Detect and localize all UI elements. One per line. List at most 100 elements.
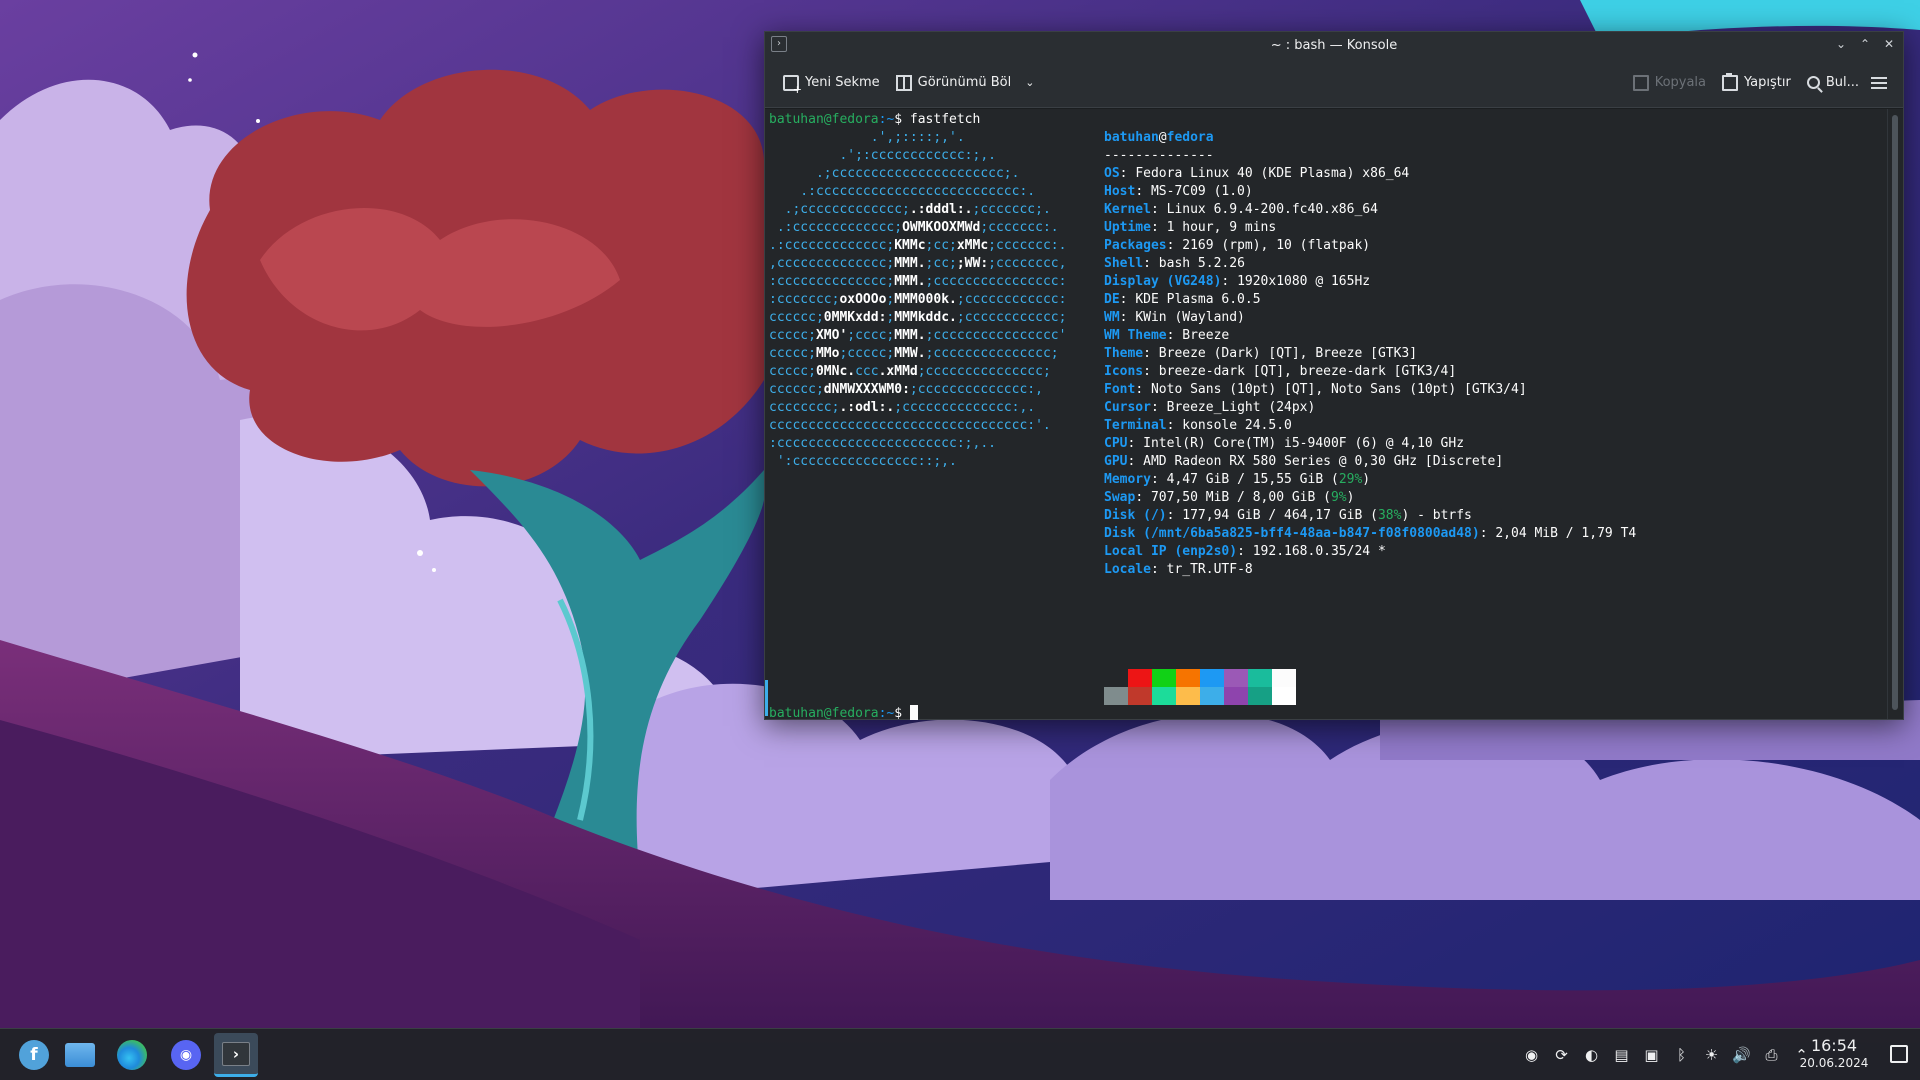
terminal-icon: › [771, 36, 787, 52]
info-key: Font [1104, 382, 1136, 397]
info-percent: 38% [1377, 508, 1402, 523]
info-tail: ) [1362, 472, 1371, 487]
logo-segment: OWMKOOXMWd [902, 220, 981, 235]
palette-swatch [1248, 687, 1272, 705]
palette-row-top [1104, 669, 1296, 687]
logo-segment: .xMMd [878, 364, 918, 379]
info-key: Memory [1104, 472, 1151, 487]
konsole-window[interactable]: › ~ : bash — Konsole ⌄ ⌃ ✕ Yeni Sekme Gö… [764, 31, 1904, 721]
printer-tray-icon[interactable]: ⎙ [1761, 1045, 1782, 1066]
taskbar-app-button[interactable] [58, 1033, 102, 1077]
info-key: Icons [1104, 364, 1144, 379]
taskbar-app-button[interactable] [110, 1033, 154, 1077]
logo-segment: ;cccccccccccccccc: [925, 274, 1067, 289]
taskbar-app-button[interactable]: ◉ [164, 1033, 208, 1077]
new-tab-button[interactable]: Yeni Sekme [775, 67, 888, 99]
logo-segment: 0MNc. [815, 364, 856, 379]
split-view-button[interactable]: Görünümü Böl ⌄ [888, 67, 1043, 99]
info-row: Disk (/mnt/6ba5a825-bff4-48aa-b847-f08f0… [1104, 526, 1637, 541]
info-value: 2169 (rpm), 10 (flatpak) [1182, 238, 1371, 253]
paste-label: Yapıştır [1744, 75, 1791, 90]
split-view-icon [895, 74, 912, 91]
brightness-tray-icon[interactable]: ☀ [1701, 1045, 1722, 1066]
info-row: Icons: breeze-dark [QT], breeze-dark [GT… [1104, 364, 1457, 379]
palette-swatch [1224, 669, 1248, 687]
maximize-button[interactable]: ⌃ [1857, 35, 1873, 53]
info-value: breeze-dark [QT], breeze-dark [GTK3/4] [1158, 364, 1457, 379]
palette-swatch [1152, 669, 1176, 687]
logo-segment: .:ccccccccccccc; [769, 220, 903, 235]
logo-segment: MMo [815, 346, 840, 361]
info-value: bash 5.2.26 [1158, 256, 1245, 271]
logo-line: ':cccccccccccccccc::;,. [769, 453, 1066, 471]
copy-label: Kopyala [1654, 75, 1707, 90]
copy-button[interactable]: Kopyala [1625, 67, 1714, 99]
logo-line: .:ccccccccccccc;KMMc;cc;xMMc;ccccccc:. [769, 237, 1066, 255]
taskbar-app-button[interactable]: › [214, 1033, 258, 1077]
clipboard-tray-icon[interactable]: ▤ [1611, 1045, 1632, 1066]
volume-tray-icon[interactable]: 🔊 [1731, 1045, 1752, 1066]
info-rule: -------------- [1104, 148, 1214, 163]
terminal-scrollbar[interactable] [1887, 109, 1903, 719]
bluetooth-tray-icon[interactable]: ᛒ [1671, 1045, 1692, 1066]
info-value: Breeze [1182, 328, 1230, 343]
taskbar-app-button[interactable]: f [12, 1033, 56, 1077]
chevron-down-icon[interactable]: ⌄ [1025, 76, 1034, 89]
scrollbar-thumb[interactable] [1892, 115, 1898, 710]
logo-segment: ;ccccccccccccccc; [917, 364, 1051, 379]
close-button[interactable]: ✕ [1881, 35, 1897, 53]
info-row: Terminal: konsole 24.5.0 [1104, 418, 1292, 433]
logo-line: .;cccccccccccccccccccccc;. [769, 165, 1066, 183]
info-at: @ [1158, 130, 1167, 145]
network-tray-icon[interactable]: ▣ [1641, 1045, 1662, 1066]
steam-tray-icon[interactable]: ◐ [1581, 1045, 1602, 1066]
logo-segment: ;ccccccc:. [988, 238, 1067, 253]
info-key: Swap [1104, 490, 1136, 505]
info-value: KDE Plasma 6.0.5 [1135, 292, 1261, 307]
discord-tray-icon[interactable]: ◉ [1521, 1045, 1542, 1066]
updates-tray-icon[interactable]: ⟳ [1551, 1045, 1572, 1066]
palette-swatch [1176, 687, 1200, 705]
info-key: Display (VG248) [1104, 274, 1222, 289]
info-percent: 9% [1330, 490, 1347, 505]
logo-segment: dNMWXXXWM0: [823, 382, 910, 397]
logo-segment: ;cccccccc, [988, 256, 1067, 271]
window-titlebar[interactable]: › ~ : bash — Konsole ⌄ ⌃ ✕ [765, 32, 1903, 58]
logo-segment: .';:cccccccccccc:;,. [769, 148, 996, 163]
info-key: DE [1104, 292, 1120, 307]
minimize-button[interactable]: ⌄ [1833, 35, 1849, 53]
logo-segment: ;ccccccc;. [972, 202, 1051, 217]
logo-segment: KMMc [894, 238, 926, 253]
command-line: batuhan@fedora:~$ fastfetch [769, 111, 1885, 129]
logo-line: .';:cccccccccccc:;,. [769, 147, 1066, 165]
info-key: Disk (/) [1104, 508, 1167, 523]
find-button[interactable]: Bul... [1799, 67, 1867, 99]
info-row: Shell: bash 5.2.26 [1104, 256, 1245, 271]
paste-button[interactable]: Yapıştır [1714, 67, 1799, 99]
konsole-icon: › [222, 1041, 250, 1066]
logo-segment: .:dddl:. [909, 202, 973, 217]
find-label: Bul... [1825, 75, 1859, 90]
clock-date: 20.06.2024 [1799, 1056, 1869, 1070]
info-value: Noto Sans (10pt) [QT], Noto Sans (10pt) … [1150, 382, 1527, 397]
logo-segment: .:cccccccccccccccccccccccccc:. [769, 184, 1036, 199]
current-prompt-line[interactable]: batuhan@fedora:~$ [769, 705, 918, 723]
hamburger-menu-icon[interactable] [1871, 76, 1887, 89]
logo-segment: :ccccccc; [769, 292, 840, 307]
logo-segment: cccccccc; [769, 400, 840, 415]
terminal-area[interactable]: batuhan@fedora:~$ fastfetch .',;::::;,'.… [765, 109, 1889, 721]
info-key: Cursor [1104, 400, 1151, 415]
palette-swatch [1104, 669, 1128, 687]
logo-segment: .:odl:. [839, 400, 895, 415]
show-desktop-button[interactable] [1890, 1045, 1908, 1063]
logo-segment: .',;::::;,'. [769, 130, 965, 145]
clock-time: 16:54 [1810, 1036, 1858, 1055]
logo-segment: MMMkddc. [894, 310, 957, 325]
text-cursor [909, 705, 918, 720]
clock[interactable]: 16:54 20.06.2024 [1796, 1036, 1872, 1071]
logo-line: ,cccccccccccccc;MMM.;cc;;WW:;cccccccc, [769, 255, 1066, 273]
logo-line: ccccc;MMo;ccccc;MMW.;ccccccccccccccc; [769, 345, 1066, 363]
konsole-toolbar: Yeni Sekme Görünümü Böl ⌄ Kopyala Yapışt… [765, 58, 1903, 108]
info-key: WM [1104, 310, 1120, 325]
discord-icon: ◉ [171, 1040, 201, 1070]
